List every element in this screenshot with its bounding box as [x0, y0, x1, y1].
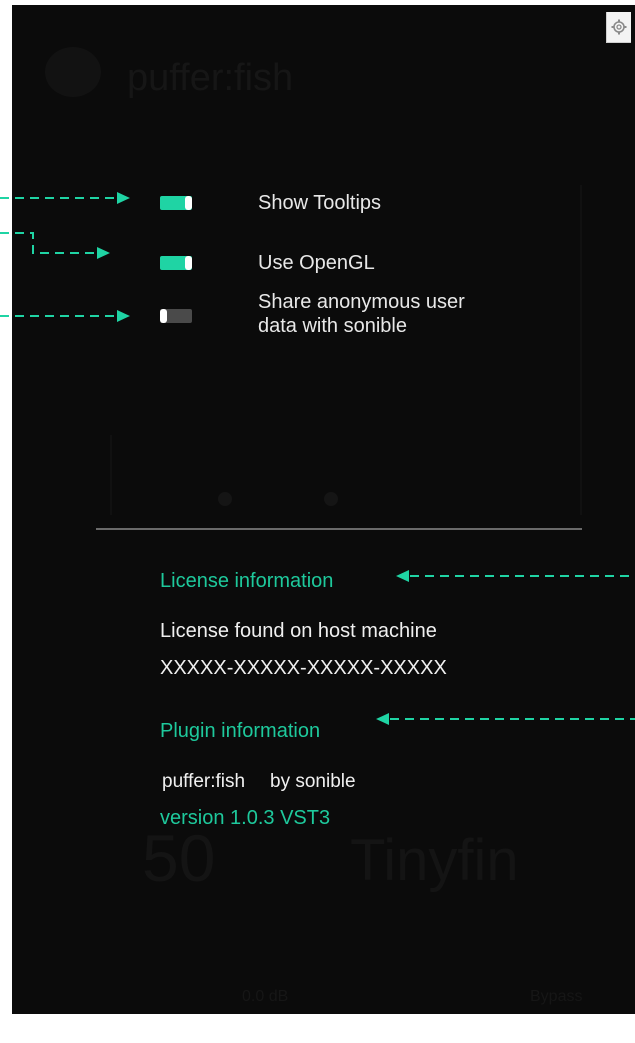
plugin-vendor: by sonible	[270, 771, 356, 792]
section-divider	[96, 528, 582, 530]
background-db-readout: 0.0 dB	[242, 988, 289, 1005]
background-preset-name: Tinyfin	[350, 828, 519, 893]
settings-button[interactable]	[606, 12, 631, 43]
background-knob-icon	[218, 492, 232, 506]
license-key: XXXXX-XXXXX-XXXXX-XXXXX	[160, 657, 447, 679]
toggle-knob	[185, 256, 192, 270]
settings-panel: puffer:fish 50 Tinyfin 0.0 dB Bypass Sho…	[12, 5, 635, 1014]
brand-logo-icon	[45, 47, 101, 97]
show-tooltips-toggle[interactable]	[160, 196, 192, 210]
share-data-label-line-1: Share anonymous user	[258, 291, 465, 313]
background-bypass-label: Bypass	[530, 988, 583, 1005]
plugin-version: version 1.0.3 VST3	[160, 807, 331, 829]
background-value: 50	[142, 821, 216, 895]
license-info-title: License information	[160, 570, 334, 592]
use-opengl-toggle[interactable]	[160, 256, 192, 270]
license-status: License found on host machine	[160, 620, 437, 642]
gear-icon	[611, 19, 627, 35]
background-knob-icon	[324, 492, 338, 506]
share-data-label: Share anonymous user data with sonible	[258, 290, 465, 338]
use-opengl-label: Use OpenGL	[258, 252, 375, 274]
toggle-knob	[160, 309, 167, 323]
share-data-label-line-2: data with sonible	[258, 315, 407, 337]
background-divider-line	[580, 185, 582, 515]
background-divider-line	[110, 435, 112, 515]
toggle-knob	[185, 196, 192, 210]
brand-name: puffer:fish	[127, 57, 294, 99]
plugin-info-title: Plugin information	[160, 720, 321, 742]
share-data-toggle[interactable]	[160, 309, 192, 323]
show-tooltips-label: Show Tooltips	[258, 192, 382, 214]
plugin-name: puffer:fish	[162, 771, 246, 792]
